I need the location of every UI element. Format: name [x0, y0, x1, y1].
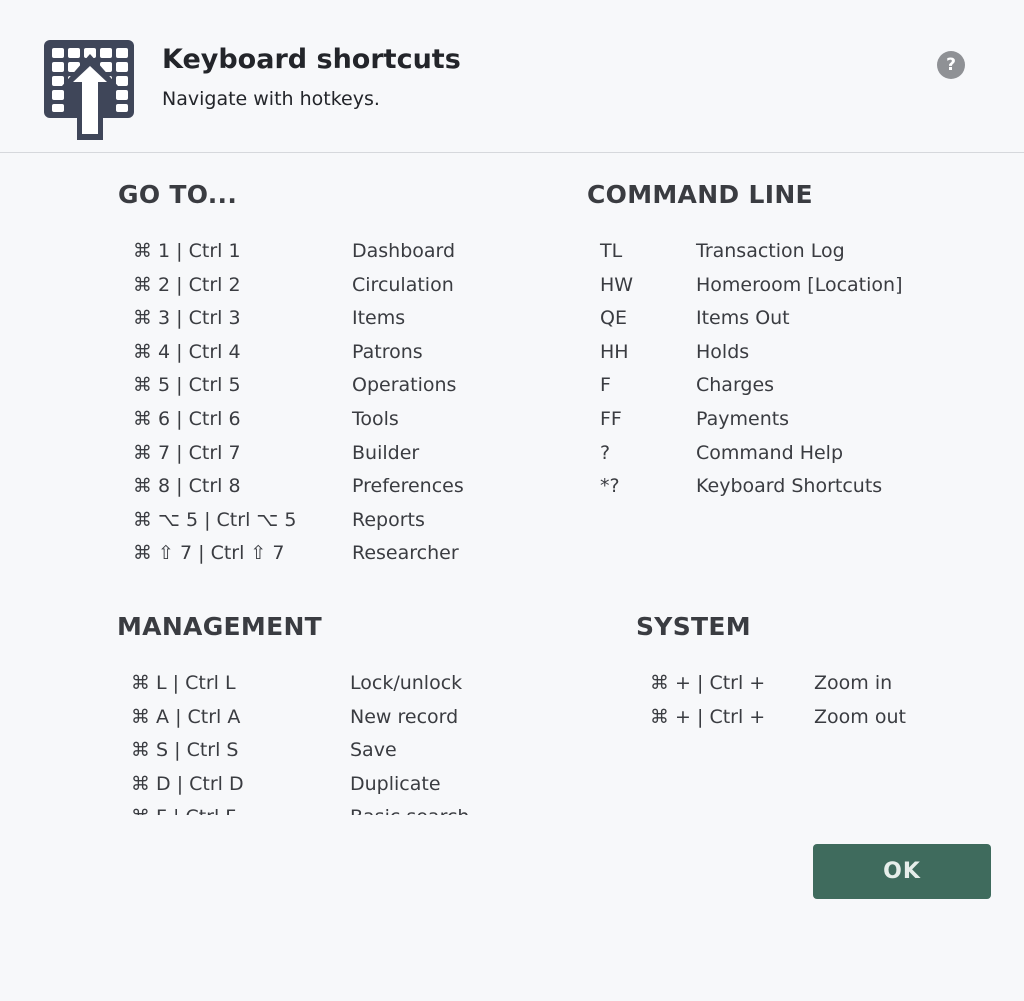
shortcut-key: ⌘ ⇧ 7 | Ctrl ⇧ 7 [133, 542, 285, 565]
dialog-subtitle: Navigate with hotkeys. [162, 88, 380, 110]
shortcut-key: ⌘ 1 | Ctrl 1 [133, 240, 241, 262]
shortcut-row-management[interactable]: ⌘ F | Ctrl F Basic search [131, 800, 590, 815]
shortcut-key: ⌘ 2 | Ctrl 2 [133, 273, 241, 296]
shortcut-key: F [600, 374, 611, 397]
shortcut-label: Payments [696, 408, 790, 430]
section-title-goto: GO TO... [118, 180, 238, 209]
section-title-system: SYSTEM [636, 612, 751, 641]
shortcut-label: Keyboard Shortcuts [696, 475, 883, 498]
shortcut-row-command[interactable]: HW Homeroom [Location] [600, 268, 936, 302]
shortcut-label: Operations [352, 374, 457, 397]
shortcut-row-management[interactable]: ⌘ A | Ctrl A New record [131, 700, 590, 734]
shortcut-key: ⌘ 4 | Ctrl 4 [133, 340, 241, 363]
section-title-management: MANAGEMENT [117, 612, 323, 641]
shortcut-label: Items Out [696, 307, 790, 330]
shortcuts-content[interactable]: GO TO... ⌘ 1 | Ctrl 1 Dashboard ⌘ 2 | Ctrl … [0, 153, 1024, 815]
shortcut-key: ⌘ 3 | Ctrl 3 [133, 307, 241, 330]
shortcut-row-goto[interactable]: ⌘ 1 | Ctrl 1 Dashboard [133, 234, 592, 268]
shortcut-row-goto[interactable]: ⌘ 3 | Ctrl 3 Items [133, 301, 592, 335]
shortcut-row-command[interactable]: FF Payments [600, 402, 936, 436]
shortcut-key: ⌘ 7 | Ctrl 7 [133, 441, 241, 464]
shortcut-label: New record [350, 705, 459, 728]
shortcut-row-command[interactable]: F Charges [600, 368, 936, 402]
keyboard-shortcuts-dialog: Keyboard shortcuts Navigate with hotkeys… [0, 0, 1024, 1001]
dialog-title: Keyboard shortcuts [162, 44, 461, 75]
shortcut-row-goto[interactable]: ⌘ 6 | Ctrl 6 Tools [133, 402, 592, 436]
shortcut-row-goto[interactable]: ⌘ ⌥ 5 | Ctrl ⌥ 5 Reports [133, 503, 592, 537]
shortcut-label: Reports [352, 508, 425, 531]
shortcut-key: ? [600, 441, 611, 464]
shortcut-label: Zoom in [814, 672, 893, 694]
shortcut-label: Researcher [352, 542, 459, 565]
shortcut-key: HH [600, 340, 629, 363]
shortcut-key: ⌘ 6 | Ctrl 6 [133, 408, 241, 430]
shortcut-row-command[interactable]: ? Command Help [600, 436, 936, 470]
shortcut-label: Homeroom [Location] [696, 273, 903, 296]
shortcut-row-command[interactable]: QE Items Out [600, 301, 936, 335]
shortcut-row-system[interactable]: ⌘ + | Ctrl + Zoom in [650, 666, 1024, 700]
shortcut-label: Preferences [352, 475, 464, 498]
shortcut-label: Duplicate [350, 772, 441, 795]
shortcut-key: *? [600, 475, 620, 498]
shortcut-label: Dashboard [352, 240, 456, 262]
shortcut-label: Basic search [350, 800, 469, 815]
shortcut-label: Items [352, 307, 406, 330]
shortcut-row-goto[interactable]: ⌘ 2 | Ctrl 2 Circulation [133, 268, 592, 302]
shortcut-row-management[interactable]: ⌘ L | Ctrl L Lock/unlock [131, 666, 590, 700]
shortcut-row-goto[interactable]: ⌘ 4 | Ctrl 4 Patrons [133, 335, 592, 369]
dialog-header: Keyboard shortcuts Navigate with hotkeys… [0, 0, 1024, 153]
shortcut-row-management[interactable]: ⌘ S | Ctrl S Save [131, 733, 590, 767]
shortcut-label: Builder [352, 441, 420, 464]
shortcut-label: Transaction Log [696, 240, 845, 262]
shortcut-row-system[interactable]: ⌘ + | Ctrl + Zoom out [650, 700, 1024, 734]
help-icon[interactable]: ? [937, 51, 965, 79]
shortcut-row-management[interactable]: ⌘ D | Ctrl D Duplicate [131, 767, 590, 801]
shortcut-key: ⌘ D | Ctrl D [131, 772, 244, 795]
shortcut-key: ⌘ + | Ctrl + [650, 705, 766, 728]
shortcut-label: Charges [696, 374, 775, 397]
keyboard-arrow-icon [44, 40, 134, 140]
shortcut-key: ⌘ + | Ctrl + [650, 672, 766, 694]
shortcut-row-goto[interactable]: ⌘ 8 | Ctrl 8 Preferences [133, 469, 592, 503]
shortcut-label: Patrons [352, 340, 423, 363]
shortcut-row-goto[interactable]: ⌘ 5 | Ctrl 5 Operations [133, 368, 592, 402]
shortcut-key: FF [600, 408, 622, 430]
shortcut-label: Command Help [696, 441, 844, 464]
shortcut-key: ⌘ S | Ctrl S [131, 739, 239, 762]
section-title-command: COMMAND LINE [587, 180, 813, 209]
shortcut-key: HW [600, 273, 634, 296]
shortcut-label: Holds [696, 340, 750, 363]
shortcut-label: Zoom out [814, 705, 906, 728]
shortcut-key: ⌘ ⌥ 5 | Ctrl ⌥ 5 [133, 508, 297, 531]
ok-button[interactable]: OK [813, 844, 991, 899]
shortcut-key: ⌘ 8 | Ctrl 8 [133, 475, 241, 498]
shortcut-label: Tools [352, 408, 399, 430]
shortcut-label: Circulation [352, 273, 454, 296]
shortcut-row-command[interactable]: TL Transaction Log [600, 234, 936, 268]
shortcut-key: ⌘ F | Ctrl F [131, 800, 236, 815]
shortcut-label: Lock/unlock [350, 672, 463, 694]
shortcut-row-goto[interactable]: ⌘ 7 | Ctrl 7 Builder [133, 436, 592, 470]
shortcut-row-command[interactable]: HH Holds [600, 335, 936, 369]
shortcut-label: Save [350, 739, 397, 762]
shortcut-key: TL [600, 240, 623, 262]
shortcut-row-command[interactable]: *? Keyboard Shortcuts [600, 469, 936, 503]
shortcut-key: QE [600, 307, 627, 330]
shortcut-key: ⌘ A | Ctrl A [131, 705, 241, 728]
shortcut-key: ⌘ L | Ctrl L [131, 672, 236, 694]
shortcut-row-goto[interactable]: ⌘ ⇧ 7 | Ctrl ⇧ 7 Researcher [133, 536, 592, 570]
shortcut-key: ⌘ 5 | Ctrl 5 [133, 374, 241, 397]
